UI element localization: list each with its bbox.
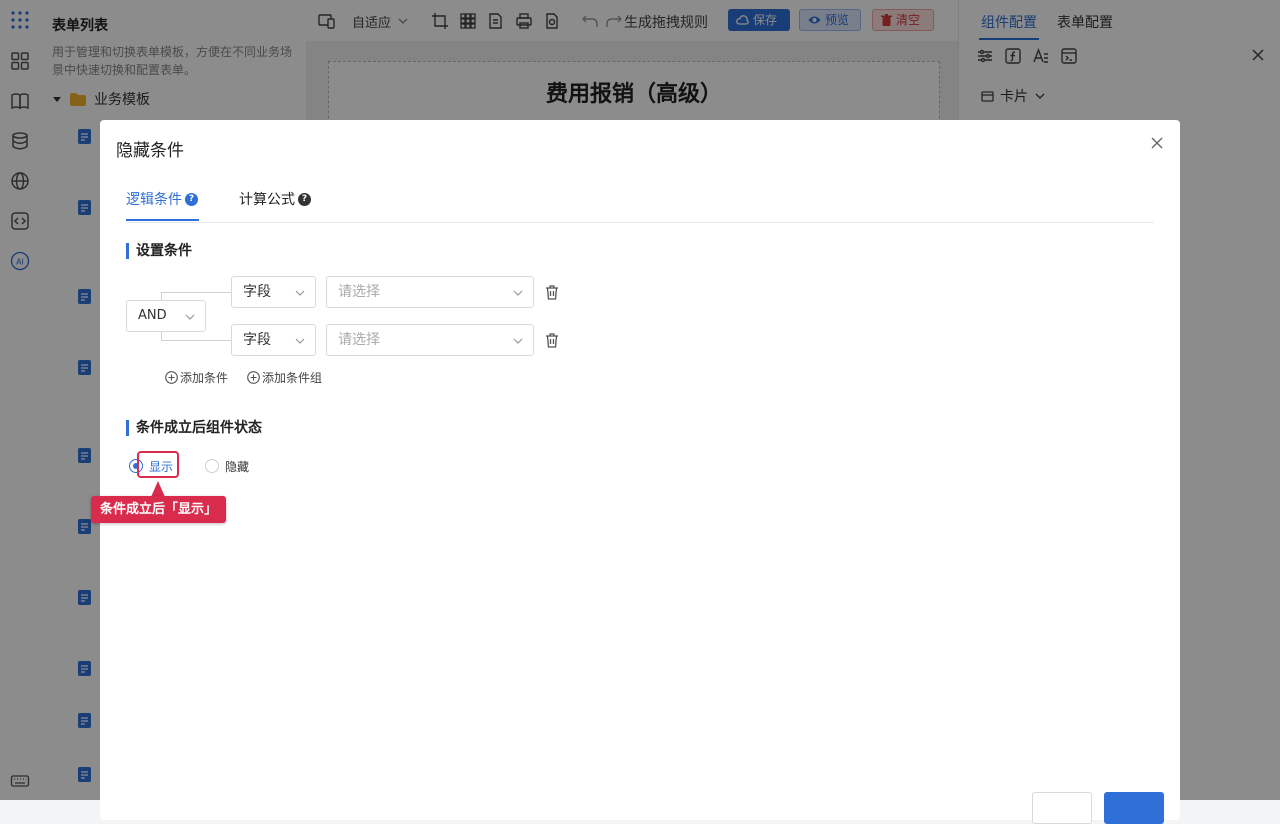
annotation-highlight-box	[137, 451, 179, 478]
tab-calc-formula[interactable]: 计算公式 ?	[239, 190, 311, 208]
connector-line	[161, 292, 231, 293]
connector-line	[161, 340, 231, 341]
delete-condition-icon[interactable]	[544, 284, 560, 300]
chevron-down-icon	[294, 335, 306, 347]
confirm-button[interactable]	[1104, 792, 1164, 824]
tab-logic-label: 逻辑条件	[126, 192, 182, 208]
dialog-title: 隐藏条件	[116, 141, 184, 161]
help-icon[interactable]: ?	[298, 192, 311, 206]
condition-value-placeholder: 请选择	[338, 332, 380, 348]
chevron-down-icon	[184, 311, 196, 323]
logic-operator-value: AND	[138, 308, 167, 323]
radio-indicator	[205, 459, 219, 473]
chevron-down-icon	[512, 287, 524, 299]
radio-hide-label: 隐藏	[225, 459, 250, 474]
condition-value-placeholder: 请选择	[338, 284, 380, 300]
add-condition-group-label: 添加条件组	[262, 370, 323, 385]
close-icon[interactable]	[1150, 136, 1164, 150]
help-icon[interactable]: ?	[185, 192, 198, 206]
tab-formula-label: 计算公式	[239, 192, 295, 208]
section-set-conditions: 设置条件	[126, 243, 192, 259]
add-condition-group-button[interactable]: 添加条件组	[247, 369, 322, 385]
hidden-condition-dialog: 隐藏条件 逻辑条件 ? 计算公式 ? 设置条件 AND 字段 请选择 字段 请选…	[91, 120, 1180, 824]
plus-circle-icon	[247, 370, 260, 384]
section-component-state: 条件成立后组件状态	[126, 420, 262, 436]
condition-field-value: 字段	[243, 332, 271, 348]
chevron-down-icon	[294, 287, 306, 299]
tab-logic-condition[interactable]: 逻辑条件 ?	[126, 190, 198, 208]
plus-circle-icon	[165, 370, 178, 384]
logic-operator-select[interactable]: AND	[126, 300, 206, 332]
annotation-callout: 条件成立后「显示」	[91, 496, 227, 523]
add-condition-button[interactable]: 添加条件	[165, 369, 228, 385]
radio-hide[interactable]: 隐藏	[205, 458, 249, 474]
chevron-down-icon	[512, 335, 524, 347]
delete-condition-icon[interactable]	[544, 332, 560, 348]
condition-field-value: 字段	[243, 284, 271, 300]
cancel-button[interactable]	[1032, 792, 1092, 824]
condition-value-select[interactable]: 请选择	[326, 276, 534, 308]
add-condition-label: 添加条件	[180, 370, 229, 385]
connector-line	[161, 331, 162, 340]
tab-active-indicator	[126, 219, 199, 221]
condition-value-select[interactable]: 请选择	[326, 324, 534, 356]
dialog-tabs: 逻辑条件 ? 计算公式 ?	[126, 180, 1154, 223]
condition-field-select[interactable]: 字段	[231, 276, 316, 308]
condition-field-select[interactable]: 字段	[231, 324, 316, 356]
annotation-pointer	[151, 481, 165, 497]
